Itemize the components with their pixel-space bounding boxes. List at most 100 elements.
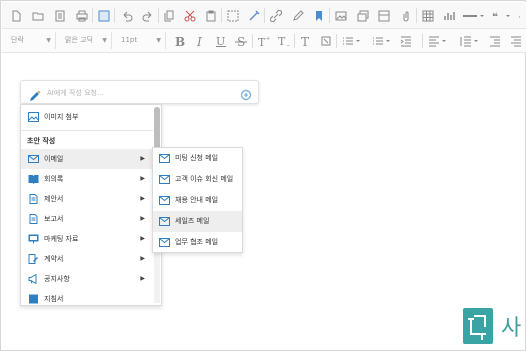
paste-icon[interactable]	[205, 10, 217, 22]
layout-icon[interactable]	[378, 10, 390, 22]
paragraph-style-select[interactable]: 단락 ▼	[8, 32, 56, 49]
line-spacing-icon[interactable]	[460, 35, 482, 47]
draft-section-title: 초안 작성	[27, 137, 56, 145]
svg-text:❝: ❝	[492, 12, 498, 22]
menu-item-notice[interactable]: 공지사항 ▶	[21, 269, 153, 289]
cut-icon[interactable]	[184, 10, 196, 22]
undo-icon[interactable]	[121, 10, 133, 22]
chevron-down-icon: ▼	[102, 37, 107, 44]
submenu-item-cooperation[interactable]: 업무 협조 메일	[153, 232, 242, 253]
chevron-down-icon: ▼	[46, 37, 51, 44]
image-icon[interactable]	[335, 10, 347, 22]
svg-text:+: +	[266, 36, 270, 42]
print-icon[interactable]	[76, 10, 88, 22]
menu-item-contract[interactable]: 계약서 ▶	[21, 249, 153, 269]
ai-prompt-input[interactable]	[47, 85, 237, 100]
font-family-value: 맑은 고딕	[65, 36, 93, 44]
chevron-right-icon: ▶	[140, 195, 145, 202]
text-style-icon[interactable]: T	[300, 35, 312, 47]
submenu-item-label: 세일즈 메일	[175, 217, 210, 225]
more-icon[interactable]: ·	[518, 10, 526, 22]
indent-icon[interactable]	[400, 35, 412, 47]
attachment-icon[interactable]	[400, 10, 412, 22]
horizontal-line-icon[interactable]	[462, 10, 486, 22]
menu-item-label: 회의록	[44, 175, 64, 183]
chevron-right-icon: ▶	[140, 215, 145, 222]
menu-item-guide[interactable]: 지침서	[21, 289, 153, 305]
watermark-text: 사	[501, 316, 522, 341]
clear-format-icon[interactable]	[320, 35, 332, 47]
strikethrough-icon[interactable]: S	[235, 35, 247, 47]
table-icon[interactable]	[422, 10, 434, 22]
redo-icon[interactable]	[142, 10, 154, 22]
paragraph-style-value: 단락	[11, 36, 24, 44]
attach-image-item[interactable]: 이미지 첨부	[21, 107, 153, 127]
menu-item-label: 지침서	[44, 295, 64, 303]
settings-icon[interactable]	[240, 86, 252, 101]
underline-icon[interactable]: U	[215, 35, 227, 47]
chart-icon[interactable]	[443, 10, 455, 22]
toolbar-divider	[158, 8, 159, 23]
align-left-icon[interactable]	[428, 35, 450, 47]
menu-item-email[interactable]: 이메일 ▶	[21, 149, 153, 169]
menu-item-proposal[interactable]: 제안서 ▶	[21, 189, 153, 209]
submenu-item-sales[interactable]: 세일즈 메일	[153, 211, 242, 232]
quote-icon[interactable]: ❝	[492, 10, 516, 22]
outdent-icon[interactable]	[489, 35, 501, 47]
svg-text:·: ·	[518, 13, 521, 22]
book-icon	[28, 174, 39, 184]
template-icon[interactable]	[54, 10, 66, 22]
ai-pen-icon	[29, 87, 41, 101]
svg-text:I: I	[196, 35, 202, 47]
bookmark-icon[interactable]	[313, 10, 325, 22]
superscript-icon[interactable]: T +	[258, 35, 270, 47]
contract-icon	[28, 254, 39, 264]
chevron-right-icon: ▶	[140, 275, 145, 282]
toolbar-divider	[264, 8, 265, 23]
ai-prompt-box	[20, 80, 259, 104]
megaphone-icon	[28, 274, 39, 284]
format-painter-icon[interactable]	[248, 10, 260, 22]
subscript-icon[interactable]: T −	[278, 35, 290, 47]
toolbar-divider	[416, 8, 417, 23]
mail-icon	[159, 175, 170, 184]
bullet-list-icon[interactable]	[342, 35, 364, 47]
email-submenu: 미팅 신청 메일 고객 이슈 회신 메일 채용 안내 메일 세일즈 메일 업무 …	[152, 147, 243, 253]
svg-text:T: T	[301, 35, 309, 47]
new-document-icon[interactable]	[10, 10, 22, 22]
submenu-item-customer-reply[interactable]: 고객 이슈 회신 메일	[153, 169, 242, 190]
menu-item-label: 보고서	[44, 215, 64, 223]
italic-icon[interactable]: I	[195, 35, 207, 47]
submenu-item-meeting-request[interactable]: 미팅 신청 메일	[153, 148, 242, 169]
open-folder-icon[interactable]	[32, 10, 44, 22]
edit-icon[interactable]	[292, 10, 304, 22]
submenu-item-label: 업무 협조 메일	[175, 238, 219, 246]
select-all-icon[interactable]	[227, 10, 239, 22]
link-icon[interactable]	[270, 10, 282, 22]
toolbar-divider	[329, 8, 330, 23]
svg-text:U: U	[216, 35, 225, 47]
font-size-select[interactable]: 11pt ▼	[118, 32, 166, 49]
submenu-item-recruitment[interactable]: 채용 안내 메일	[153, 190, 242, 211]
submenu-item-label: 미팅 신청 메일	[175, 154, 219, 162]
menu-item-minutes[interactable]: 회의록 ▶	[21, 169, 153, 189]
menu-item-label: 마케팅 자료	[44, 235, 79, 243]
ai-menu: 이미지 첨부 초안 작성 이메일 ▶ 회의록 ▶ 제안서 ▶ 보고서 ▶ 마케팅…	[20, 104, 162, 306]
copy-icon[interactable]	[164, 10, 176, 22]
toolbar-divider	[422, 34, 423, 48]
align-right-icon[interactable]	[510, 35, 522, 47]
toolbar-divider	[114, 8, 115, 23]
submenu-item-label: 고객 이슈 회신 메일	[175, 175, 234, 183]
chevron-right-icon: ▶	[140, 155, 145, 162]
chevron-right-icon: ▶	[140, 235, 145, 242]
menu-item-marketing[interactable]: 마케팅 자료 ▶	[21, 229, 153, 249]
menu-item-report[interactable]: 보고서 ▶	[21, 209, 153, 229]
presentation-icon	[28, 234, 39, 244]
numbered-list-icon[interactable]	[372, 35, 394, 47]
font-family-select[interactable]: 맑은 고딕 ▼	[62, 32, 112, 49]
page-setup-icon[interactable]	[98, 10, 110, 22]
toolbar-divider	[294, 34, 295, 48]
svg-text:T: T	[278, 35, 286, 47]
bold-icon[interactable]: B	[174, 35, 186, 47]
multi-image-icon[interactable]	[357, 10, 369, 22]
